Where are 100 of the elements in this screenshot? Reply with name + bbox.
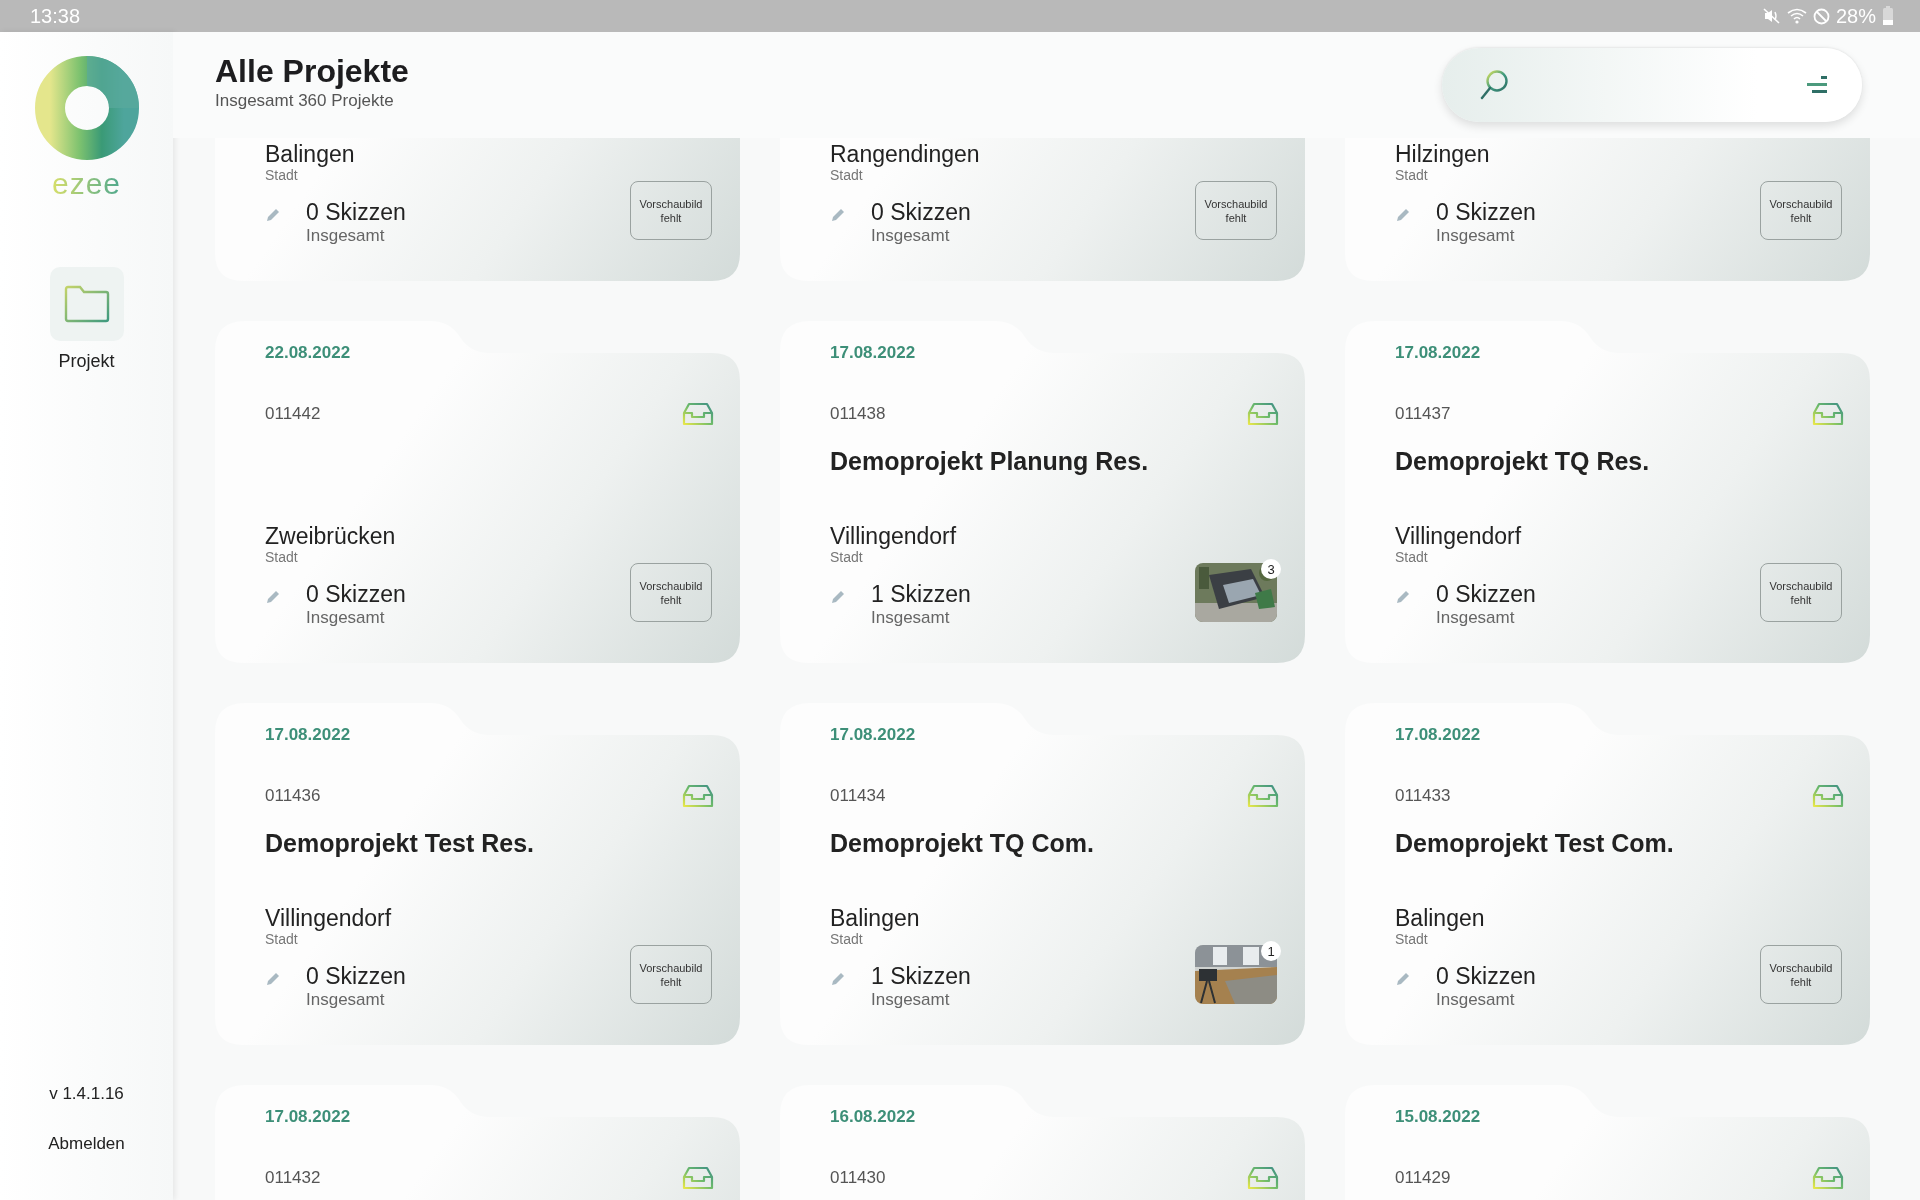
- project-date: 17.08.2022: [265, 1107, 351, 1126]
- missing-preview: Vorschaubild fehlt: [1760, 563, 1842, 622]
- project-date: 17.08.2022: [1395, 725, 1481, 744]
- project-number: 011437: [1395, 404, 1451, 424]
- project-card[interactable]: 17.08.2022 011434 Demoprojekt TQ Com. Balingen Stadt 1 Skizzen Insgesamt 1: [780, 703, 1305, 1045]
- city-label: Stadt: [1395, 931, 1429, 947]
- pencil-icon: [830, 971, 846, 987]
- sketch-count: 0 Skizzen: [1436, 581, 1537, 608]
- missing-preview: Vorschaubild fehlt: [630, 563, 712, 622]
- missing-preview: Vorschaubild fehlt: [1760, 945, 1842, 1004]
- city-name: Villingendorf: [1395, 523, 1523, 549]
- city-label: Stadt: [265, 167, 299, 183]
- pencil-icon: [265, 207, 281, 223]
- city-name: Balingen: [1395, 905, 1486, 931]
- city-label: Stadt: [830, 167, 864, 183]
- sketch-label: Insgesamt: [1436, 226, 1516, 246]
- project-card[interactable]: 22.08.2022 011442 Zweibrücken Stadt 0 Skizzen Insgesamt Vorschaubild fehlt: [215, 321, 740, 663]
- project-card[interactable]: 17.08.2022 011438 Demoprojekt Planung Res. Villingendorf Stadt 1 Skizzen Insgesamt 3: [780, 321, 1305, 663]
- city-name: Villingendorf: [265, 905, 393, 931]
- sketch-count: 1 Skizzen: [871, 963, 972, 990]
- project-date: 17.08.2022: [830, 343, 916, 362]
- sketch-count: 0 Skizzen: [1436, 963, 1537, 990]
- project-card[interactable]: 15.08.2022 011429: [1345, 1085, 1870, 1200]
- project-card[interactable]: 17.08.2022 011437 Demoprojekt TQ Res. Villingendorf Stadt 0 Skizzen Insgesamt Vorschaubild fehlt: [1345, 321, 1870, 663]
- project-number: 011432: [265, 1168, 321, 1188]
- image-count-badge: 3: [1261, 559, 1281, 579]
- city-label: Stadt: [265, 931, 299, 947]
- city-label: Stadt: [265, 549, 299, 565]
- city-name: Villingendorf: [830, 523, 958, 549]
- pencil-icon: [265, 589, 281, 605]
- pencil-icon: [1395, 207, 1411, 223]
- project-card[interactable]: 17.08.2022 011436 Demoprojekt Test Res. Villingendorf Stadt 0 Skizzen Insgesamt Vorschaubild fehlt: [215, 703, 740, 1045]
- project-name: Demoprojekt TQ Res.: [1395, 447, 1650, 475]
- project-card[interactable]: Rangendingen Stadt 0 Skizzen Insgesamt Vorschaubild fehlt: [780, 138, 1305, 281]
- city-label: Stadt: [830, 931, 864, 947]
- sketch-count: 1 Skizzen: [871, 581, 972, 608]
- sketch-label: Insgesamt: [306, 608, 386, 628]
- mute-icon: [1762, 8, 1781, 24]
- pencil-icon: [830, 589, 846, 605]
- pencil-icon: [830, 207, 846, 223]
- nav-item[interactable]: Projekt: [49, 267, 124, 372]
- nav-label: Projekt: [58, 351, 115, 372]
- project-name: Demoprojekt Test Com.: [1395, 829, 1674, 857]
- project-number: 011442: [265, 404, 321, 424]
- search-icon: [1480, 69, 1510, 101]
- search-field[interactable]: [1442, 48, 1862, 122]
- inbox-icon[interactable]: [1812, 401, 1844, 427]
- missing-preview: Vorschaubild fehlt: [630, 945, 712, 1004]
- project-date: 17.08.2022: [830, 725, 916, 744]
- project-number: 011438: [830, 404, 886, 424]
- image-count-badge: 1: [1261, 941, 1281, 961]
- inbox-icon[interactable]: [1812, 783, 1844, 809]
- city-label: Stadt: [1395, 167, 1429, 183]
- page-title: Alle Projekte: [215, 54, 409, 90]
- sketch-label: Insgesamt: [1436, 608, 1516, 628]
- sketch-count: 0 Skizzen: [306, 199, 407, 226]
- project-number: 011434: [830, 786, 886, 806]
- logout-link[interactable]: Abmelden: [48, 1134, 125, 1154]
- pencil-icon: [1395, 589, 1411, 605]
- inbox-icon[interactable]: [1247, 401, 1279, 427]
- inbox-icon[interactable]: [1247, 783, 1279, 809]
- city-name: Zweibrücken: [265, 523, 397, 549]
- project-date: 22.08.2022: [265, 343, 351, 362]
- battery-percent: 28%: [1835, 4, 1876, 28]
- sketch-count: 0 Skizzen: [1436, 199, 1537, 226]
- sketch-label: Insgesamt: [306, 226, 386, 246]
- sketch-label: Insgesamt: [871, 226, 951, 246]
- project-card[interactable]: Hilzingen Stadt 0 Skizzen Insgesamt Vorschaubild fehlt: [1345, 138, 1870, 281]
- inbox-icon[interactable]: [682, 1165, 714, 1191]
- sketch-label: Insgesamt: [306, 990, 386, 1010]
- project-number: 011430: [830, 1168, 886, 1188]
- project-card[interactable]: Balingen Stadt 0 Skizzen Insgesamt Vorschaubild fehlt: [215, 138, 740, 281]
- clock-time: 13:38: [30, 4, 81, 28]
- version-text: v 1.4.1.16: [49, 1084, 124, 1104]
- logo-icon: [33, 55, 140, 161]
- inbox-icon[interactable]: [1247, 1165, 1279, 1191]
- pencil-icon: [1395, 971, 1411, 987]
- sketch-count: 0 Skizzen: [871, 199, 972, 226]
- sketch-label: Insgesamt: [871, 990, 951, 1010]
- inbox-icon[interactable]: [682, 401, 714, 427]
- project-number: 011433: [1395, 786, 1451, 806]
- sketch-label: Insgesamt: [871, 608, 951, 628]
- city-name: Balingen: [830, 905, 921, 931]
- pencil-icon: [265, 971, 281, 987]
- project-card[interactable]: 17.08.2022 011433 Demoprojekt Test Com. Balingen Stadt 0 Skizzen Insgesamt Vorschaubild fehlt: [1345, 703, 1870, 1045]
- folder-tile[interactable]: [49, 267, 124, 341]
- project-card[interactable]: 16.08.2022 011430: [780, 1085, 1305, 1200]
- missing-preview: Vorschaubild fehlt: [1195, 181, 1277, 240]
- project-number: 011429: [1395, 1168, 1451, 1188]
- inbox-icon[interactable]: [1812, 1165, 1844, 1191]
- filter-icon[interactable]: [1806, 74, 1828, 96]
- city-name: Hilzingen: [1395, 141, 1491, 167]
- missing-preview: Vorschaubild fehlt: [630, 181, 712, 240]
- folder-icon: [63, 285, 110, 323]
- battery-icon: [1882, 6, 1894, 26]
- project-card[interactable]: 17.08.2022 011432: [215, 1085, 740, 1200]
- inbox-icon[interactable]: [682, 783, 714, 809]
- project-number: 011436: [265, 786, 321, 806]
- project-name: Demoprojekt TQ Com.: [830, 829, 1094, 857]
- project-date: 17.08.2022: [1395, 343, 1481, 362]
